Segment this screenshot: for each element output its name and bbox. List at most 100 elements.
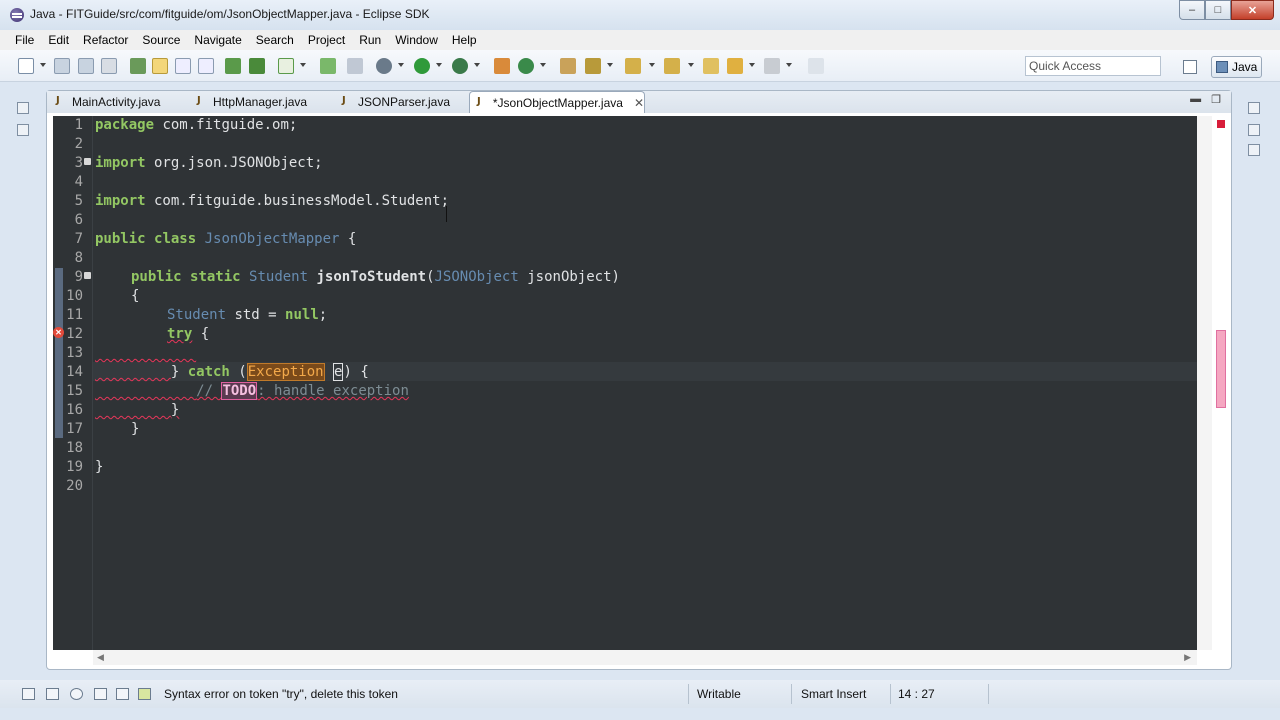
- menu-source[interactable]: Source: [135, 33, 187, 47]
- line-numbers: 1 2 3 4 5 6 7 8 9 10 11 12 13 14 15 16 1…: [65, 116, 93, 650]
- maximize-editor-icon[interactable]: ❐: [1211, 93, 1221, 106]
- code-line-11: Student std = null;: [167, 307, 328, 323]
- menu-bar: File Edit Refactor Source Navigate Searc…: [0, 30, 1280, 50]
- menu-help[interactable]: Help: [445, 33, 484, 47]
- download-icon[interactable]: [225, 58, 241, 74]
- menu-search[interactable]: Search: [249, 33, 301, 47]
- debug-dropdown-icon[interactable]: [398, 63, 404, 67]
- title-bar: Java - FITGuide/src/com/fitguide/om/Json…: [0, 0, 1280, 30]
- vertical-ruler: [1197, 116, 1212, 650]
- open-perspective-icon[interactable]: [1183, 60, 1197, 74]
- quick-access-input[interactable]: Quick Access: [1025, 56, 1161, 76]
- code-line-7: public class JsonObjectMapper {: [95, 231, 357, 247]
- java-perspective-label: Java: [1232, 60, 1258, 74]
- javadoc-icon[interactable]: [70, 688, 83, 700]
- debug-icon[interactable]: [376, 58, 392, 74]
- line-number: 9: [74, 269, 83, 285]
- print-icon[interactable]: [101, 58, 117, 74]
- error-icon[interactable]: ✕: [53, 327, 64, 338]
- minimize-button[interactable]: –: [1179, 0, 1205, 20]
- menu-navigate[interactable]: Navigate: [187, 33, 248, 47]
- package-explorer-icon[interactable]: [17, 124, 29, 136]
- java-perspective-icon: [1216, 61, 1228, 73]
- close-button[interactable]: ✕: [1231, 0, 1274, 20]
- tab-jsonparser[interactable]: JSONParser.java: [335, 91, 465, 113]
- open-type-icon[interactable]: [130, 58, 146, 74]
- back-dropdown-icon[interactable]: [749, 63, 755, 67]
- external-dropdown-icon[interactable]: [474, 63, 480, 67]
- java-perspective-button[interactable]: Java: [1211, 56, 1262, 78]
- declaration-icon[interactable]: [94, 688, 107, 700]
- tab-httpmanager[interactable]: HttpManager.java: [190, 91, 330, 113]
- menu-edit[interactable]: Edit: [41, 33, 76, 47]
- previous-annotation-dropdown-icon[interactable]: [688, 63, 694, 67]
- outline-icon[interactable]: [1248, 124, 1260, 136]
- horizontal-scrollbar[interactable]: ◀ ▶: [93, 650, 1197, 665]
- vertical-scrollbar-thumb[interactable]: [1216, 330, 1226, 408]
- open-folder-icon[interactable]: [560, 58, 576, 74]
- restore-icon[interactable]: [17, 102, 29, 114]
- show-whitespace-icon[interactable]: [198, 58, 214, 74]
- maximize-button[interactable]: □: [1205, 0, 1231, 20]
- lint-icon[interactable]: [320, 58, 336, 74]
- next-annotation-icon[interactable]: [625, 58, 641, 74]
- run-external-icon[interactable]: [452, 58, 468, 74]
- line-number: 17: [66, 421, 83, 437]
- run-icon[interactable]: [414, 58, 430, 74]
- tab-jsonobjectmapper[interactable]: *JsonObjectMapper.java ✕: [469, 91, 645, 113]
- forward-icon[interactable]: [764, 58, 780, 74]
- new-dropdown-icon[interactable]: [40, 63, 46, 67]
- new-class-dropdown-icon[interactable]: [540, 63, 546, 67]
- toggle-mark-occurrences-icon[interactable]: [152, 58, 168, 74]
- mouse-cursor: [446, 206, 447, 222]
- fold-icon[interactable]: [84, 272, 91, 279]
- status-bar: Syntax error on token "try", delete this…: [0, 680, 1280, 708]
- task-dropdown-icon[interactable]: [300, 63, 306, 67]
- search-dropdown-icon[interactable]: [607, 63, 613, 67]
- task-icon[interactable]: [278, 58, 294, 74]
- search-pen-icon[interactable]: [585, 58, 601, 74]
- menu-project[interactable]: Project: [301, 33, 352, 47]
- save-all-icon[interactable]: [78, 58, 94, 74]
- menu-window[interactable]: Window: [388, 33, 445, 47]
- menu-file[interactable]: File: [8, 33, 41, 47]
- tab-mainactivity[interactable]: MainActivity.java: [49, 91, 189, 113]
- new-icon[interactable]: [18, 58, 34, 74]
- error-overview-marker[interactable]: [1217, 120, 1225, 128]
- console-icon[interactable]: [46, 688, 59, 700]
- skip-breakpoints-icon[interactable]: [347, 58, 363, 74]
- eclipse-icon: [10, 8, 24, 22]
- pin-editor-icon[interactable]: [808, 58, 824, 74]
- scroll-right-icon[interactable]: ▶: [1184, 652, 1191, 663]
- menu-run[interactable]: Run: [352, 33, 388, 47]
- last-edit-icon[interactable]: [703, 58, 719, 74]
- back-icon[interactable]: [727, 58, 743, 74]
- run-dropdown-icon[interactable]: [436, 63, 442, 67]
- line-number: 3: [74, 155, 83, 171]
- window-title: Java - FITGuide/src/com/fitguide/om/Json…: [30, 7, 430, 21]
- scroll-left-icon[interactable]: ◀: [97, 652, 104, 663]
- previous-annotation-icon[interactable]: [664, 58, 680, 74]
- block-selection-icon[interactable]: [175, 58, 191, 74]
- forward-dropdown-icon[interactable]: [786, 63, 792, 67]
- new-java-package-icon[interactable]: [494, 58, 510, 74]
- writable-status: Writable: [697, 687, 741, 701]
- close-tab-icon[interactable]: ✕: [634, 96, 644, 110]
- code-line-9: public static Student jsonToStudent(JSON…: [131, 269, 620, 285]
- line-number: 10: [66, 288, 83, 304]
- android-sdk-icon[interactable]: [249, 58, 265, 74]
- fast-view-icon[interactable]: [22, 688, 35, 700]
- new-class-icon[interactable]: [518, 58, 534, 74]
- next-annotation-dropdown-icon[interactable]: [649, 63, 655, 67]
- minimize-editor-icon[interactable]: ▬: [1190, 93, 1201, 106]
- status-divider: [988, 684, 989, 704]
- range-indicator: [55, 268, 63, 438]
- save-icon[interactable]: [54, 58, 70, 74]
- code-line-15: // TODO: handle exception: [196, 382, 409, 400]
- logcat-icon[interactable]: [116, 688, 129, 700]
- task-list-icon[interactable]: [1248, 144, 1260, 156]
- restore-right-icon[interactable]: [1248, 102, 1260, 114]
- problems-icon[interactable]: [138, 688, 151, 700]
- fold-icon[interactable]: [84, 158, 91, 165]
- menu-refactor[interactable]: Refactor: [76, 33, 135, 47]
